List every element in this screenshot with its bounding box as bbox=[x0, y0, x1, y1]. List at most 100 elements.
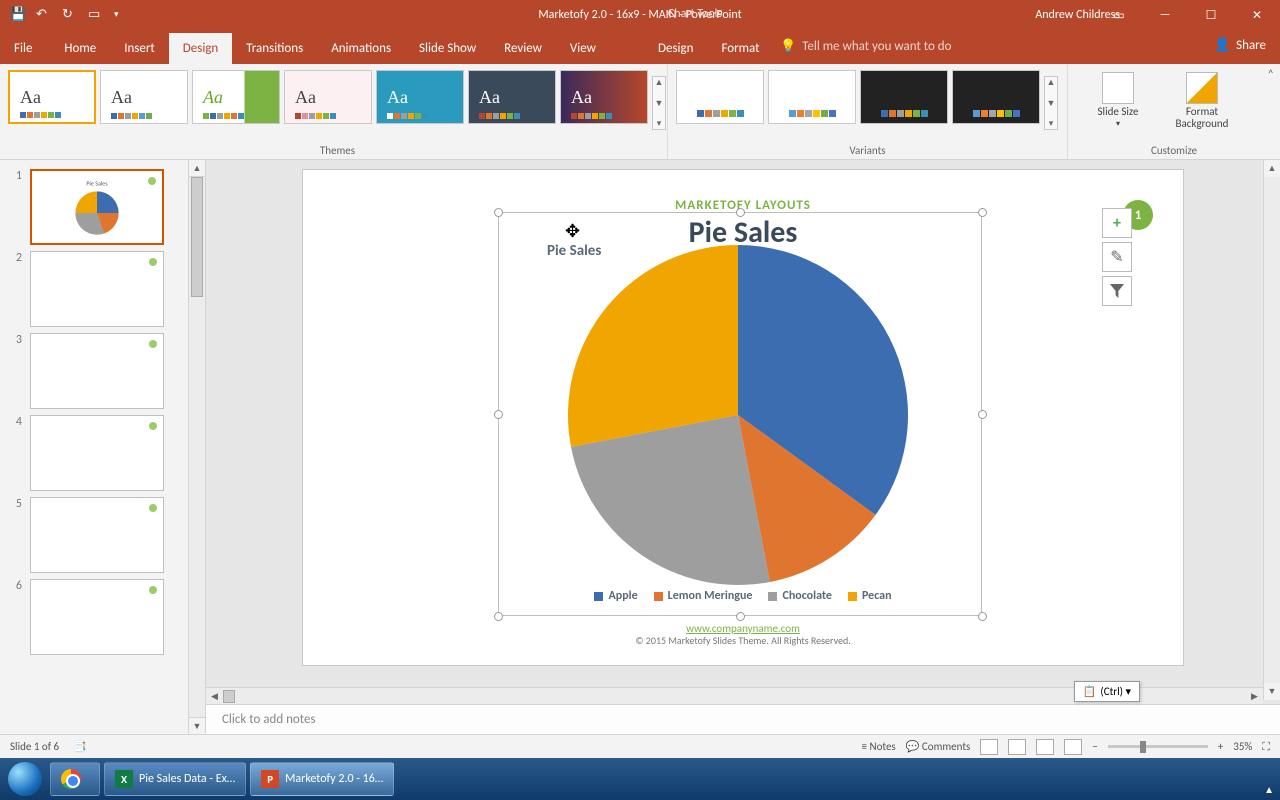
qat-dropdown-icon[interactable]: ▾ bbox=[114, 8, 128, 22]
slide-thumb-5[interactable] bbox=[30, 497, 164, 573]
start-button[interactable] bbox=[4, 758, 46, 800]
theme-tile[interactable]: Aa bbox=[560, 70, 648, 124]
close-icon[interactable]: ✕ bbox=[1234, 0, 1280, 30]
ribbon: Aa Aa Aa Aa Aa Aa Aa ▲▼▾ Themes ▲▼▾ Vari… bbox=[0, 64, 1280, 160]
theme-tile[interactable]: Aa bbox=[100, 70, 188, 124]
variant-tile[interactable] bbox=[676, 70, 764, 124]
chart-side-buttons: + ✎ bbox=[1102, 208, 1132, 306]
tab-animations[interactable]: Animations bbox=[317, 33, 405, 64]
selection-handle[interactable] bbox=[978, 208, 987, 217]
maximize-icon[interactable]: ☐ bbox=[1188, 0, 1234, 30]
scroll-left-icon[interactable]: ◀ bbox=[206, 691, 223, 702]
slide-indicator[interactable]: Slide 1 of 6 bbox=[10, 740, 59, 753]
variant-tile[interactable] bbox=[768, 70, 856, 124]
spell-check-icon[interactable]: 📑 bbox=[73, 740, 87, 753]
scroll-down-icon[interactable]: ▼ bbox=[189, 717, 205, 734]
pie-chart[interactable] bbox=[568, 245, 908, 585]
slide-thumb-1[interactable]: Pie Sales bbox=[30, 169, 164, 245]
redo-icon[interactable]: ↻ bbox=[62, 8, 76, 22]
share-button[interactable]: 👤Share bbox=[1214, 38, 1266, 53]
scroll-down-icon[interactable]: ▼ bbox=[1264, 683, 1280, 700]
slide-editor: MARKETOFY LAYOUTS Pie Sales 1 Pie Sales … bbox=[206, 160, 1280, 734]
theme-tile[interactable]: Aa bbox=[376, 70, 464, 124]
editor-vertical-scrollbar[interactable]: ▲ ▼ bbox=[1263, 160, 1280, 700]
taskbar-powerpoint[interactable]: PMarketofy 2.0 - 16… bbox=[250, 762, 394, 796]
chart-elements-button[interactable]: + bbox=[1102, 208, 1132, 238]
minimize-icon[interactable]: — bbox=[1142, 0, 1188, 30]
paste-options-popup[interactable]: 📋(Ctrl) ▾ bbox=[1074, 681, 1140, 702]
comments-toggle[interactable]: 💬 Comments bbox=[906, 740, 971, 753]
system-tray-show-desktop[interactable]: ▲ bbox=[1264, 783, 1274, 796]
scroll-up-icon[interactable]: ▲ bbox=[1264, 160, 1280, 177]
zoom-handle[interactable] bbox=[1140, 741, 1146, 753]
slide-canvas[interactable]: MARKETOFY LAYOUTS Pie Sales 1 Pie Sales … bbox=[303, 170, 1183, 665]
title-bar: 💾 ↶ ↻ ▭ ▾ Marketofy 2.0 - 16x9 - MAIN - … bbox=[0, 0, 1280, 30]
selection-handle[interactable] bbox=[978, 410, 987, 419]
theme-tile[interactable]: Aa bbox=[284, 70, 372, 124]
normal-view-icon[interactable] bbox=[980, 739, 998, 755]
theme-tile[interactable]: Aa bbox=[468, 70, 556, 124]
variant-tile[interactable] bbox=[952, 70, 1040, 124]
chart-filters-button[interactable] bbox=[1102, 276, 1132, 306]
slide-size-icon bbox=[1102, 72, 1134, 104]
thumbnails-scrollbar[interactable]: ▲ ▼ bbox=[188, 160, 205, 734]
ribbon-display-options-icon[interactable]: ▭ bbox=[1096, 0, 1142, 30]
zoom-slider[interactable] bbox=[1108, 745, 1208, 748]
selection-handle[interactable] bbox=[978, 612, 987, 621]
slide-size-button[interactable]: Slide Size▾ bbox=[1082, 72, 1154, 129]
scrollbar-handle[interactable] bbox=[223, 690, 235, 703]
variants-gallery-scroll[interactable]: ▲▼▾ bbox=[1044, 76, 1058, 130]
tab-design[interactable]: Design bbox=[169, 33, 232, 64]
tab-file[interactable]: File bbox=[0, 33, 50, 64]
selection-handle[interactable] bbox=[736, 208, 745, 217]
pie-slice[interactable] bbox=[568, 245, 738, 447]
chart-styles-button[interactable]: ✎ bbox=[1102, 242, 1132, 272]
animation-indicator-icon bbox=[149, 586, 157, 594]
slide-thumb-2[interactable] bbox=[30, 251, 164, 327]
tab-slideshow[interactable]: Slide Show bbox=[405, 33, 490, 64]
windows-orb-icon bbox=[8, 762, 42, 796]
fit-to-window-icon[interactable]: ⛶ bbox=[1262, 740, 1270, 754]
tab-insert[interactable]: Insert bbox=[110, 33, 169, 64]
windows-taskbar: XPie Sales Data - Ex… PMarketofy 2.0 - 1… bbox=[0, 758, 1280, 800]
scroll-right-icon[interactable]: ▶ bbox=[1246, 691, 1263, 702]
reading-view-icon[interactable] bbox=[1036, 739, 1054, 755]
start-from-beginning-icon[interactable]: ▭ bbox=[88, 8, 102, 22]
animation-indicator-icon bbox=[149, 504, 157, 512]
tab-home[interactable]: Home bbox=[50, 33, 110, 64]
scrollbar-handle[interactable] bbox=[191, 177, 203, 297]
scroll-up-icon[interactable]: ▲ bbox=[189, 160, 205, 177]
theme-tile[interactable]: Aa bbox=[8, 70, 96, 124]
undo-icon[interactable]: ↶ bbox=[36, 8, 50, 22]
zoom-out-icon[interactable]: − bbox=[1092, 740, 1097, 753]
zoom-in-icon[interactable]: + bbox=[1218, 740, 1223, 753]
tell-me-search[interactable]: 💡Tell me what you want to do bbox=[780, 39, 952, 54]
slide-thumb-4[interactable] bbox=[30, 415, 164, 491]
tab-view[interactable]: View bbox=[556, 33, 610, 64]
legend-swatch-icon bbox=[654, 592, 663, 601]
slide-sorter-view-icon[interactable] bbox=[1008, 739, 1026, 755]
selection-handle[interactable] bbox=[494, 410, 503, 419]
selection-handle[interactable] bbox=[494, 612, 503, 621]
collapse-ribbon-icon[interactable]: ˄ bbox=[1268, 68, 1274, 82]
selection-handle[interactable] bbox=[736, 612, 745, 621]
notes-toggle[interactable]: ≡ Notes bbox=[862, 740, 896, 753]
tab-chart-design[interactable]: Design bbox=[644, 33, 707, 64]
zoom-level[interactable]: 35% bbox=[1233, 740, 1252, 753]
slide-thumb-6[interactable] bbox=[30, 579, 164, 655]
tab-review[interactable]: Review bbox=[490, 33, 556, 64]
slideshow-view-icon[interactable] bbox=[1064, 739, 1082, 755]
themes-gallery-scroll[interactable]: ▲▼▾ bbox=[652, 76, 666, 130]
taskbar-chrome[interactable] bbox=[50, 762, 100, 796]
tab-transitions[interactable]: Transitions bbox=[232, 33, 317, 64]
animation-indicator-icon bbox=[148, 177, 156, 185]
format-background-button[interactable]: Format Background bbox=[1166, 72, 1238, 130]
variant-tile[interactable] bbox=[860, 70, 948, 124]
save-icon[interactable]: 💾 bbox=[10, 8, 24, 22]
theme-tile[interactable]: Aa bbox=[192, 70, 280, 124]
taskbar-excel[interactable]: XPie Sales Data - Ex… bbox=[104, 762, 246, 796]
selection-handle[interactable] bbox=[494, 208, 503, 217]
notes-pane[interactable]: Click to add notes bbox=[206, 704, 1280, 734]
slide-thumb-3[interactable] bbox=[30, 333, 164, 409]
tab-chart-format[interactable]: Format bbox=[707, 33, 773, 64]
